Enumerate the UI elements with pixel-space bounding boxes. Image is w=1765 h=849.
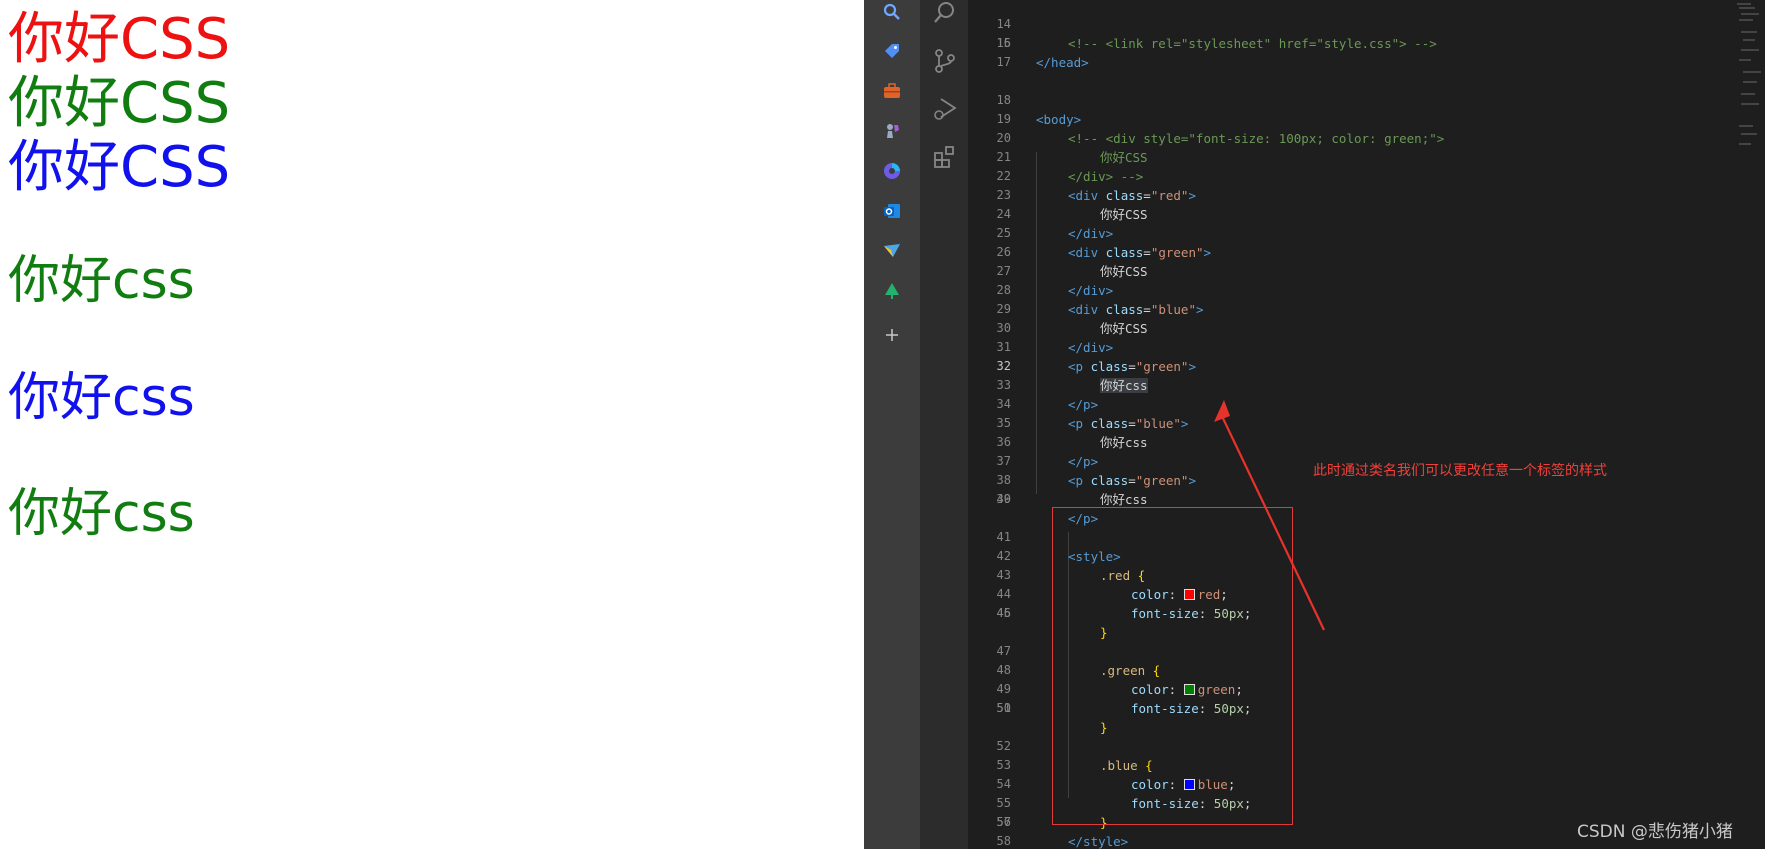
sidebar-strip [864, 0, 920, 849]
preview-paragraph-green: 你好css [8, 251, 195, 311]
preview-paragraph-blue: 你好css [8, 368, 195, 428]
watermark: CSDN @悲伤猪小猪 [1577, 822, 1733, 842]
chess-icon[interactable] [882, 121, 902, 141]
code-line[interactable]: 33 </p> [968, 357, 1765, 412]
code-line[interactable]: 21 </div> --> [968, 129, 1765, 184]
code-line[interactable]: 31 <p class="green"> [968, 319, 1765, 374]
run-debug-icon[interactable] [932, 96, 958, 122]
code-line[interactable]: 17 [968, 53, 1765, 72]
search-icon[interactable] [882, 2, 902, 22]
annotation-text: 此时通过类名我们可以更改任意一个标签的样式 [1313, 463, 1607, 479]
code-line[interactable]: 15 </head> [968, 15, 1765, 70]
code-line[interactable]: 27 </div> [968, 243, 1765, 298]
toolbox-icon[interactable] [882, 81, 902, 101]
code-line[interactable]: 19 <!-- <div style="font-size: 100px; co… [968, 91, 1765, 146]
code-line[interactable]: 34 <p class="blue"> [968, 376, 1765, 431]
tree-icon[interactable] [882, 281, 902, 301]
code-line[interactable]: 20 你好CSS [968, 110, 1765, 165]
code-line[interactable]: 35 你好css [968, 395, 1765, 450]
outlook-icon[interactable] [882, 201, 902, 221]
code-line[interactable]: 37 <p class="green"> [968, 433, 1765, 488]
tag-icon[interactable] [882, 41, 902, 61]
preview-text-blue: 你好CSS [8, 135, 231, 200]
code-line[interactable]: 26 你好CSS [968, 224, 1765, 279]
copilot-icon[interactable] [882, 161, 902, 181]
extensions-icon[interactable] [932, 144, 958, 170]
code-line[interactable]: 24 </div> [968, 186, 1765, 241]
activity-bar [920, 0, 968, 849]
code-line[interactable]: 30 </div> [968, 300, 1765, 355]
preview-text-red: 你好CSS [8, 7, 231, 72]
code-line[interactable]: 14 <!-- <link rel="stylesheet" href="sty… [968, 0, 1765, 51]
code-line[interactable]: 22 <div class="red"> [968, 148, 1765, 203]
source-control-icon[interactable] [932, 48, 958, 74]
code-line[interactable]: 28 <div class="blue"> [968, 262, 1765, 317]
minimap[interactable] [1735, 0, 1763, 170]
send-icon[interactable] [882, 241, 902, 261]
code-line[interactable]: 23 你好CSS [968, 167, 1765, 222]
search-icon[interactable] [932, 0, 958, 26]
browser-preview: 你好CSS 你好CSS 你好CSS 你好css 你好css 你好css [0, 0, 864, 849]
code-line[interactable]: 16 [968, 34, 1765, 53]
annotation-arrow [1214, 400, 1325, 631]
code-line[interactable]: 29 你好CSS [968, 281, 1765, 336]
plus-icon[interactable] [882, 325, 902, 345]
preview-text-green: 你好CSS [8, 71, 231, 136]
code-line[interactable]: 36 </p> [968, 414, 1765, 469]
code-line-active[interactable]: 32 你好css [968, 338, 1765, 393]
code-line[interactable]: 25 <div class="green"> [968, 205, 1765, 260]
preview-paragraph-green-2: 你好css [8, 484, 195, 544]
code-line[interactable]: 18 <body> [968, 72, 1765, 127]
